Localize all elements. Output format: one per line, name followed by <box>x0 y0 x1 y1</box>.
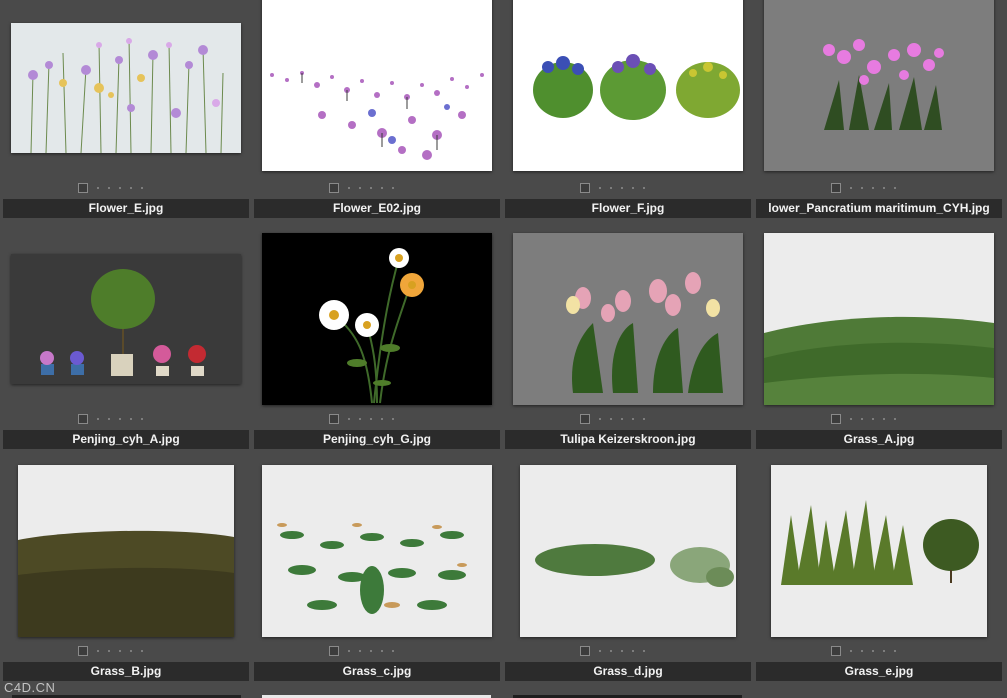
site-watermark: C4D.CN <box>4 680 56 695</box>
file-name: Grass_d.jpg <box>505 662 751 681</box>
file-tile[interactable]: Penjing_cyh_A.jpg <box>3 231 249 451</box>
daisy-thumbnail[interactable] <box>262 233 492 405</box>
file-tile[interactable]: Flower_F.jpg <box>505 0 751 220</box>
file-name: Grass_A.jpg <box>756 430 1002 449</box>
flower-meadow-thumbnail[interactable] <box>262 0 492 171</box>
file-name: Tulipa Keizerskroon.jpg <box>505 430 751 449</box>
label-checkbox[interactable] <box>78 414 88 424</box>
grass-shrub-thumbnail[interactable] <box>771 465 987 637</box>
flower-bushes-thumbnail[interactable] <box>513 0 743 171</box>
star-rating[interactable] <box>329 646 394 656</box>
flower-field-thumbnail[interactable] <box>11 23 241 153</box>
label-checkbox[interactable] <box>580 183 590 193</box>
file-tile[interactable]: Flower_E02.jpg <box>254 0 500 220</box>
file-tile[interactable]: Grass_e.jpg <box>756 463 1002 683</box>
label-checkbox[interactable] <box>78 183 88 193</box>
star-rating[interactable] <box>831 646 896 656</box>
file-tile[interactable]: Grass_A.jpg <box>756 231 1002 451</box>
label-checkbox[interactable] <box>329 183 339 193</box>
star-rating[interactable] <box>580 414 645 424</box>
file-tile[interactable]: Penjing_cyh_G.jpg <box>254 231 500 451</box>
ground-plants-thumbnail[interactable] <box>262 465 492 637</box>
file-tile[interactable]: Grass_c.jpg <box>254 463 500 683</box>
file-tile[interactable]: lower_Pancratium maritimum_CYH.jpg <box>756 0 1002 220</box>
star-rating[interactable] <box>78 646 143 656</box>
pink-lily-thumbnail[interactable] <box>764 0 994 171</box>
label-checkbox[interactable] <box>831 414 841 424</box>
grass-tufts-thumbnail[interactable] <box>520 465 736 637</box>
label-checkbox[interactable] <box>580 414 590 424</box>
label-checkbox[interactable] <box>78 646 88 656</box>
file-name: Penjing_cyh_A.jpg <box>3 430 249 449</box>
file-tile[interactable]: Tulipa Keizerskroon.jpg <box>505 231 751 451</box>
label-checkbox[interactable] <box>831 183 841 193</box>
label-checkbox[interactable] <box>580 646 590 656</box>
file-name: Grass_e.jpg <box>756 662 1002 681</box>
file-name: Grass_c.jpg <box>254 662 500 681</box>
label-checkbox[interactable] <box>329 414 339 424</box>
file-name: Grass_B.jpg <box>3 662 249 681</box>
star-rating[interactable] <box>580 183 645 193</box>
thumbnail-grid: Flower_E.jpg Flower_E02.jpg Flower_F.jpg… <box>0 0 1007 698</box>
file-name: Flower_F.jpg <box>505 199 751 218</box>
file-name: Flower_E02.jpg <box>254 199 500 218</box>
star-rating[interactable] <box>831 183 896 193</box>
label-checkbox[interactable] <box>831 646 841 656</box>
star-rating[interactable] <box>580 646 645 656</box>
star-rating[interactable] <box>831 414 896 424</box>
star-rating[interactable] <box>329 414 394 424</box>
label-checkbox[interactable] <box>329 646 339 656</box>
file-tile[interactable]: Grass_B.jpg <box>3 463 249 683</box>
file-tile[interactable]: Grass_d.jpg <box>505 463 751 683</box>
star-rating[interactable] <box>78 414 143 424</box>
file-name: Flower_E.jpg <box>3 199 249 218</box>
tulip-thumbnail[interactable] <box>513 233 743 405</box>
star-rating[interactable] <box>78 183 143 193</box>
tall-grass-thumbnail[interactable] <box>18 465 234 637</box>
grass-hill-thumbnail[interactable] <box>764 233 994 405</box>
file-name: Penjing_cyh_G.jpg <box>254 430 500 449</box>
star-rating[interactable] <box>329 183 394 193</box>
potted-plants-thumbnail[interactable] <box>11 254 241 384</box>
file-tile[interactable]: Flower_E.jpg <box>3 0 249 220</box>
file-name: lower_Pancratium maritimum_CYH.jpg <box>756 199 1002 218</box>
